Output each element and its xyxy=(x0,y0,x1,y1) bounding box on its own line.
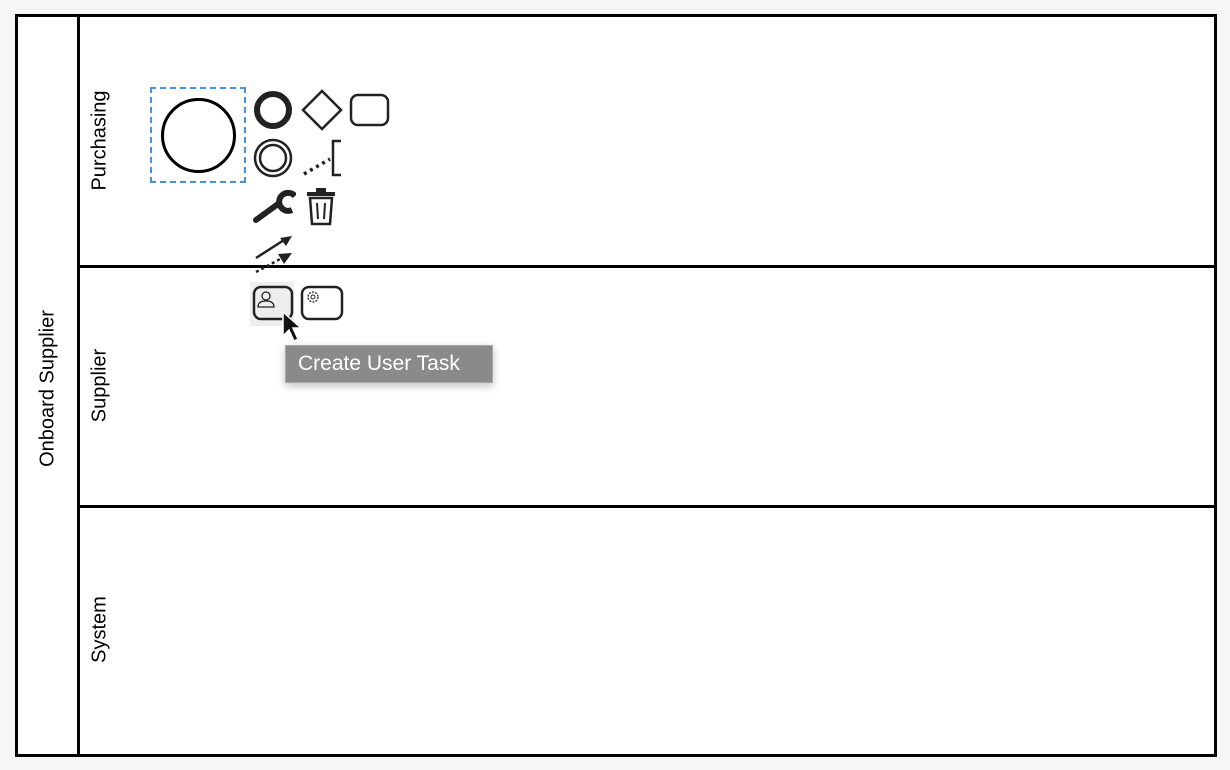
append-text-annotation-button[interactable] xyxy=(300,136,344,180)
lane-purchasing[interactable]: Purchasing xyxy=(80,17,1214,268)
append-end-event-button[interactable] xyxy=(252,88,296,132)
append-intermediate-event-button[interactable] xyxy=(252,136,296,180)
append-gateway-button[interactable] xyxy=(300,88,344,132)
lane-label-supplier: Supplier xyxy=(88,348,111,423)
lane-label-system: System xyxy=(88,596,111,663)
start-event[interactable] xyxy=(161,98,236,173)
pool-label: Onboard Supplier xyxy=(36,310,59,467)
wrench-icon xyxy=(253,189,296,223)
connect-button[interactable] xyxy=(252,234,296,278)
pool-header: Onboard Supplier xyxy=(18,17,80,754)
task-icon xyxy=(349,93,390,127)
end-event-icon xyxy=(254,91,292,129)
connect-arrows-icon xyxy=(255,236,292,274)
lane-label-purchasing: Purchasing xyxy=(88,90,111,191)
append-task-button[interactable] xyxy=(348,88,392,132)
gateway-icon xyxy=(301,89,343,131)
mouse-cursor xyxy=(281,310,305,349)
text-annotation-icon xyxy=(303,139,341,177)
delete-button[interactable] xyxy=(300,186,344,230)
change-type-button[interactable] xyxy=(252,186,296,230)
tooltip: Create User Task xyxy=(285,345,493,383)
trash-icon xyxy=(307,188,335,226)
intermediate-event-icon xyxy=(253,138,293,178)
lane-system[interactable]: System xyxy=(80,508,1214,754)
